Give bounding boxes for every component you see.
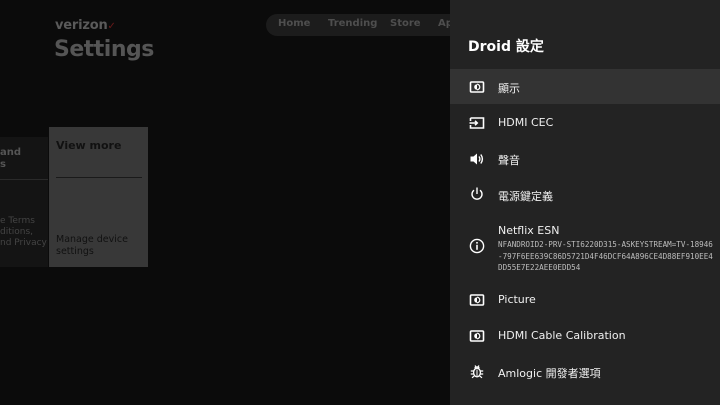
- panel-title: Droid 設定: [468, 39, 544, 55]
- calibration-icon: [469, 330, 485, 342]
- settings-item-picture[interactable]: Picture: [450, 282, 720, 317]
- view-more-title: View more: [56, 139, 122, 152]
- picture-icon: [469, 294, 485, 306]
- settings-item-hdmi-calibration[interactable]: HDMI Cable Calibration: [450, 318, 720, 353]
- page-title: Settings: [54, 37, 154, 62]
- terms-card-text: e Terms ditions, nd Privacy: [0, 216, 47, 248]
- netflix-esn-value: NFANDROID2-PRV-STI6220D315-ASKEYSTREAM=T…: [498, 240, 713, 272]
- power-icon: [471, 187, 483, 200]
- settings-item-label: 電源鍵定義: [498, 190, 553, 203]
- view-more-card[interactable]: View more Manage device settings: [49, 127, 148, 267]
- view-more-text: Manage device settings: [56, 234, 128, 257]
- terms-card-title: and s: [0, 147, 22, 170]
- nav-home[interactable]: Home: [278, 18, 310, 29]
- info-icon: [469, 238, 485, 254]
- hdmi-input-icon: [469, 117, 485, 129]
- settings-item-label: Netflix ESN: [498, 224, 560, 237]
- settings-item-hdmi-cec[interactable]: HDMI CEC: [450, 105, 720, 140]
- settings-item-label: HDMI Cable Calibration: [498, 329, 626, 342]
- settings-item-power-key[interactable]: 電源鍵定義: [450, 177, 720, 212]
- settings-panel: Droid 設定 顯示 HDMI CEC 聲音 電源鍵定義 Netflix ES…: [450, 0, 720, 405]
- terms-card-divider: [0, 179, 48, 180]
- top-nav: Home Trending Store Ap: [266, 14, 466, 36]
- nav-store[interactable]: Store: [390, 18, 421, 29]
- nav-trending[interactable]: Trending: [328, 18, 377, 29]
- settings-item-label: Amlogic 開發者選項: [498, 367, 601, 380]
- brand-logo: verizon✓: [55, 18, 116, 33]
- settings-item-label: Picture: [498, 293, 536, 306]
- settings-item-label: 聲音: [498, 154, 520, 167]
- settings-item-display[interactable]: 顯示: [450, 69, 720, 104]
- settings-item-label: HDMI CEC: [498, 116, 554, 129]
- view-more-divider: [56, 177, 142, 178]
- volume-icon: [470, 153, 484, 165]
- settings-item-netflix-esn[interactable]: Netflix ESN NFANDROID2-PRV-STI6220D315-A…: [450, 214, 720, 282]
- settings-item-amlogic-developer[interactable]: Amlogic 開發者選項: [450, 354, 720, 389]
- bug-icon: [470, 365, 484, 379]
- settings-item-label: 顯示: [498, 82, 520, 95]
- settings-item-sound[interactable]: 聲音: [450, 141, 720, 176]
- display-icon: [469, 81, 485, 93]
- terms-card[interactable]: and s e Terms ditions, nd Privacy: [0, 137, 48, 267]
